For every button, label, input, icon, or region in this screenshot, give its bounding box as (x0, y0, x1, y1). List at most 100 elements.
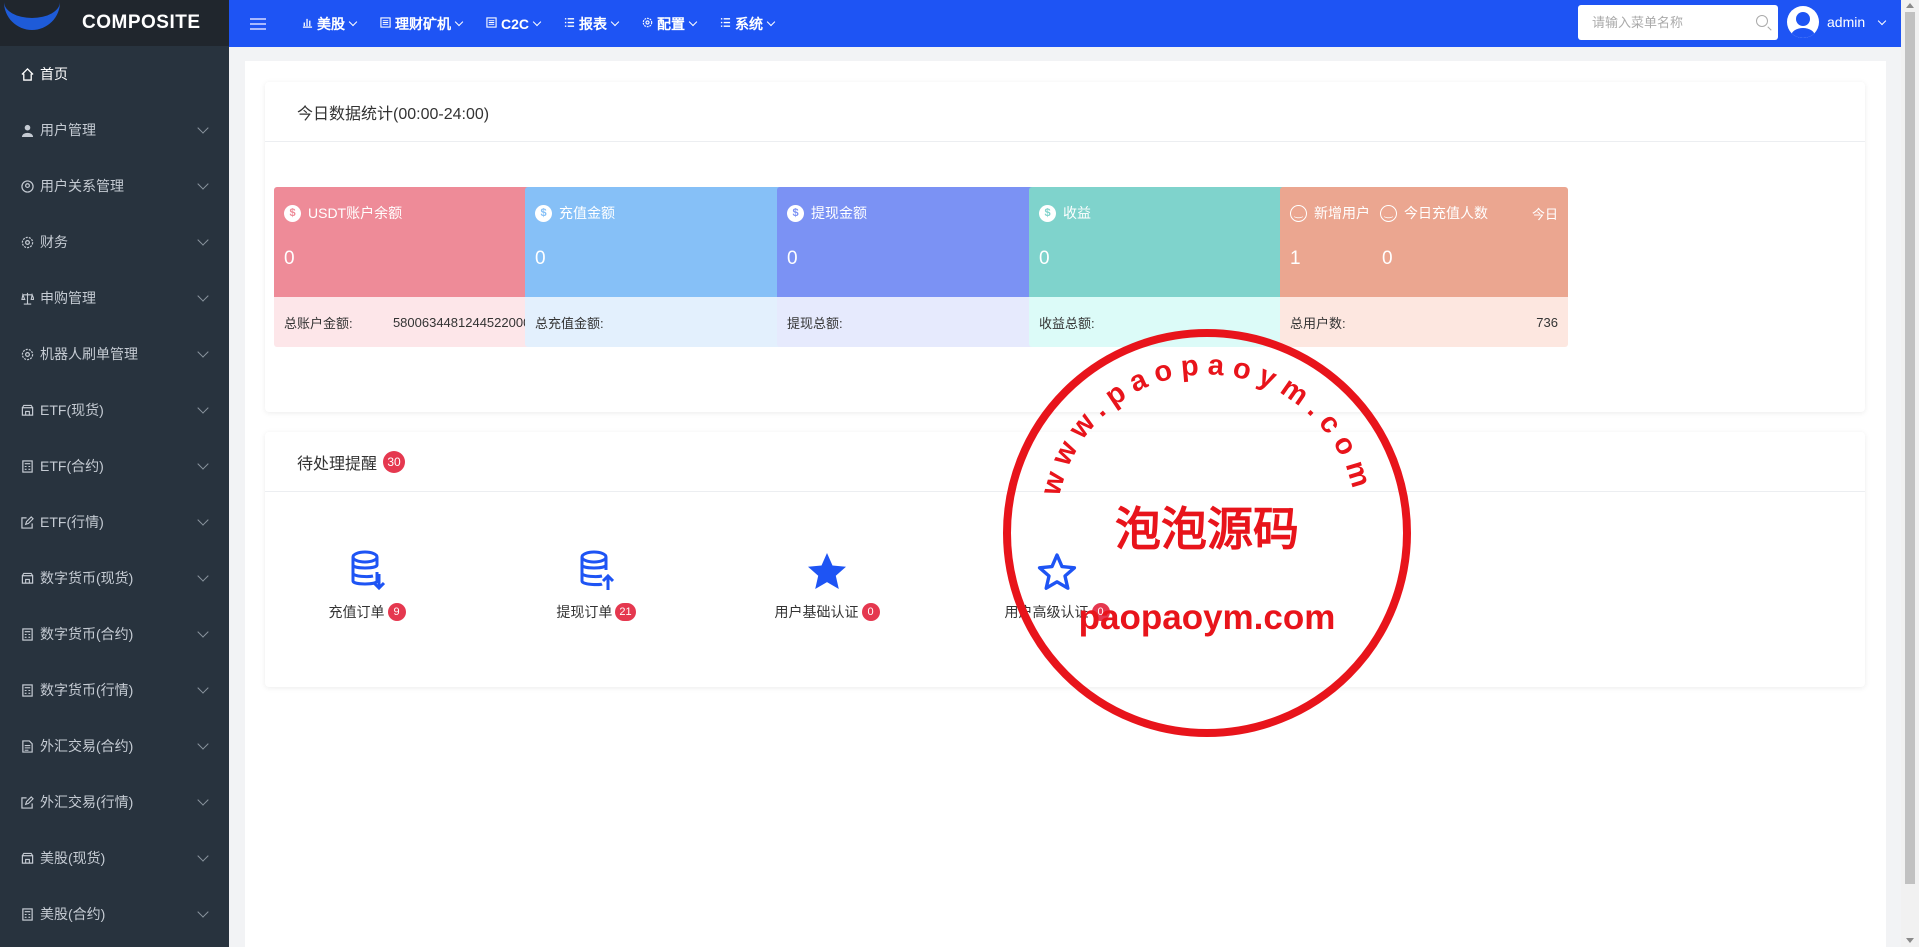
scroll-down-icon[interactable] (1906, 938, 1914, 943)
top-menu-item-1[interactable]: 理财矿机 (380, 14, 464, 34)
pending-item-label[interactable]: 提现订单 (556, 602, 612, 622)
stat-title: 提现金额 (811, 205, 867, 221)
logo-mark-icon (4, 0, 60, 30)
scroll-thumb[interactable] (1905, 12, 1915, 884)
pending-item-label[interactable]: 用户基础认证 (775, 602, 859, 622)
pending-item-2[interactable]: 用户基础认证 0 (757, 548, 897, 622)
stat-title: USDT账户余额 (308, 205, 403, 221)
sidebar-item-label: 申购管理 (40, 290, 96, 306)
top-menu-label: 系统 (735, 15, 764, 32)
top-menu-item-3[interactable]: 报表 (564, 14, 620, 34)
pending-item-1[interactable]: 提现订单 21 (526, 548, 666, 622)
sidebar-item-3[interactable]: 财务 (0, 214, 229, 270)
pending-count-badge: 30 (383, 450, 406, 473)
dollar-coin-icon: $ (284, 204, 301, 222)
sidebar-item-2[interactable]: 用户关系管理 (0, 158, 229, 214)
top-header: 美股 理财矿机 C2C 报表 配置 系统 admin (229, 0, 1901, 47)
menu-search-input[interactable] (1592, 15, 1752, 30)
menu-search (1578, 5, 1778, 40)
pending-title-text: 待处理提醒 (297, 455, 378, 473)
pending-item-3[interactable]: 用户高级认证 0 (987, 548, 1127, 622)
star-outline-icon[interactable] (987, 548, 1127, 594)
sidebar-item-1[interactable]: 用户管理 (0, 102, 229, 158)
list-box-icon (486, 16, 497, 31)
list-icon (564, 17, 575, 31)
chevron-down-icon (688, 17, 698, 27)
pending-title: 待处理提醒 30 (265, 432, 1865, 492)
list-box-icon (380, 16, 391, 31)
dollar-coin-icon: $ (535, 204, 552, 222)
pending-card: 待处理提醒 30 充值订单 9 提现订单 21 用户基础认证 0 用户高级认证 0 (265, 432, 1865, 687)
user-menu[interactable]: admin (1787, 6, 1887, 38)
sidebar-item-label: 机器人刷单管理 (40, 346, 138, 362)
stat-title: 充值金额 (559, 205, 615, 221)
dollar-coin-icon: $ (787, 204, 804, 222)
page-scrollbar[interactable] (1901, 0, 1919, 947)
sidebar-item-10[interactable]: 数字货币(合约) (0, 606, 229, 662)
top-menu-item-5[interactable]: 系统 (720, 14, 776, 34)
chevron-down-icon (197, 122, 209, 134)
home-icon (20, 67, 34, 81)
pending-item-label[interactable]: 用户高级认证 (1005, 602, 1089, 622)
top-menu-item-2[interactable]: C2C (486, 14, 542, 34)
chevron-down-icon (197, 346, 209, 358)
sidebar-item-9[interactable]: 数字货币(现货) (0, 550, 229, 606)
edit-icon (20, 515, 34, 529)
chevron-down-icon (454, 17, 464, 27)
stat-card-0: $USDT账户余额今日0总账户金额:5800634481244522000000 (274, 187, 562, 347)
stats-title: 今日数据统计(00:00-24:00) (265, 82, 1865, 142)
pending-item-label[interactable]: 充值订单 (329, 602, 385, 622)
chevron-down-icon (532, 17, 542, 27)
sidebar-item-13[interactable]: 外汇交易(行情) (0, 774, 229, 830)
star-filled-icon[interactable] (757, 548, 897, 594)
chevron-down-icon (348, 17, 358, 27)
dollar-coin-icon: $ (1039, 204, 1056, 222)
sidebar-item-label: ETF(行情) (40, 514, 104, 530)
sidebar-item-15[interactable]: 美股(合约) (0, 886, 229, 942)
sidebar-item-label: 数字货币(现货) (40, 570, 134, 586)
sidebar-item-6[interactable]: ETF(现货) (0, 382, 229, 438)
search-icon[interactable] (1756, 15, 1768, 27)
top-menu-label: 报表 (579, 15, 608, 32)
stat-today-tag: 今日 (1531, 207, 1558, 222)
top-menu-label: 美股 (317, 15, 345, 32)
top-menu-item-4[interactable]: 配置 (642, 14, 698, 34)
stat-card-1: $充值金额今日0总充值金额:0 (525, 187, 813, 347)
pending-item-count-badge: 0 (1091, 603, 1110, 621)
stats-title-text: 今日数据统计(00:00-24:00) (297, 105, 490, 123)
sidebar-item-7[interactable]: ETF(合约) (0, 438, 229, 494)
pending-item-0[interactable]: 充值订单 9 (297, 548, 437, 622)
stat-value-2: 0 (1382, 248, 1393, 269)
sidebar-item-label: 首页 (40, 66, 68, 82)
stat-value: 0 (1039, 248, 1050, 269)
pending-item-count-badge: 21 (615, 603, 636, 621)
sidebar-item-11[interactable]: 数字货币(行情) (0, 662, 229, 718)
logo[interactable]: COMPOSITE (0, 0, 229, 46)
sidebar-item-4[interactable]: 申购管理 (0, 270, 229, 326)
sidebar-nav: 首页用户管理 用户关系管理 财务申购管理机器人刷单管理 ETF(现货) ETF(合约) E… (0, 46, 229, 942)
database-download-icon[interactable] (297, 548, 437, 594)
sidebar-item-14[interactable]: 美股(现货) (0, 830, 229, 886)
database-upload-icon[interactable] (526, 548, 666, 594)
bar-chart-icon (302, 17, 313, 31)
sidebar-item-label: 数字货币(合约) (40, 626, 134, 642)
stat-footer-label: 提现总额: (787, 315, 843, 331)
chevron-down-icon (197, 234, 209, 246)
user-name[interactable]: admin (1827, 14, 1865, 30)
avatar[interactable] (1787, 6, 1819, 38)
stat-title: 新增用户 (1314, 205, 1370, 221)
chevron-down-icon[interactable] (1877, 16, 1887, 25)
sidebar-item-12[interactable]: 外汇交易(合约) (0, 718, 229, 774)
chevron-down-icon (197, 794, 209, 806)
menu-toggle-icon[interactable] (250, 17, 266, 30)
sidebar-item-0[interactable]: 首页 (0, 46, 229, 102)
scroll-up-icon[interactable] (1906, 3, 1914, 8)
sidebar-item-8[interactable]: ETF(行情) (0, 494, 229, 550)
chevron-down-icon (197, 458, 209, 470)
top-menu-item-0[interactable]: 美股 (302, 14, 358, 34)
calculator-icon (20, 907, 34, 921)
smile-icon: ‿ (1290, 204, 1307, 222)
chevron-down-icon (197, 850, 209, 862)
calculator-icon (20, 683, 34, 697)
sidebar-item-5[interactable]: 机器人刷单管理 (0, 326, 229, 382)
